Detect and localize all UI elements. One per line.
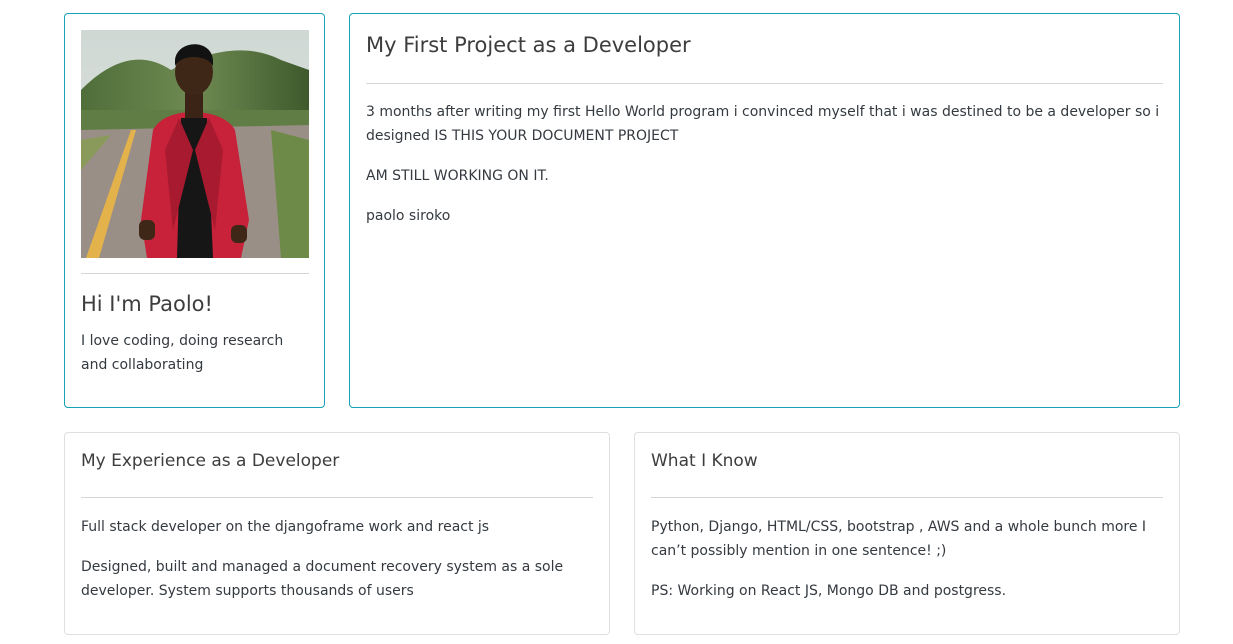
skills-card: What I Know Python, Django, HTML/CSS, bo…	[634, 432, 1180, 635]
project-author: paolo siroko	[366, 208, 451, 224]
experience-card: My Experience as a Developer Full stack …	[64, 432, 610, 635]
project-paragraph: AM STILL WORKING ON IT.	[366, 168, 549, 184]
profile-divider	[81, 273, 309, 274]
experience-title: My Experience as a Developer	[81, 451, 340, 471]
project-paragraph: 3 months after writing my first Hello Wo…	[366, 104, 1160, 144]
skills-divider	[651, 497, 1163, 498]
experience-paragraph: Designed, built and managed a document r…	[81, 559, 564, 599]
skills-paragraph: Python, Django, HTML/CSS, bootstrap , AW…	[651, 519, 1147, 559]
profile-bio: I love coding, doing research and collab…	[81, 333, 284, 373]
profile-card: Hi I'm Paolo! I love coding, doing resea…	[64, 13, 325, 408]
experience-divider	[81, 497, 593, 498]
profile-name: Hi I'm Paolo!	[81, 292, 213, 316]
project-card: My First Project as a Developer 3 months…	[349, 13, 1180, 408]
project-title: My First Project as a Developer	[366, 33, 691, 57]
experience-paragraph: Full stack developer on the djangoframe …	[81, 519, 490, 535]
profile-photo	[81, 30, 309, 258]
project-divider	[366, 83, 1163, 84]
skills-paragraph: PS: Working on React JS, Mongo DB and po…	[651, 583, 1007, 599]
skills-title: What I Know	[651, 451, 758, 471]
